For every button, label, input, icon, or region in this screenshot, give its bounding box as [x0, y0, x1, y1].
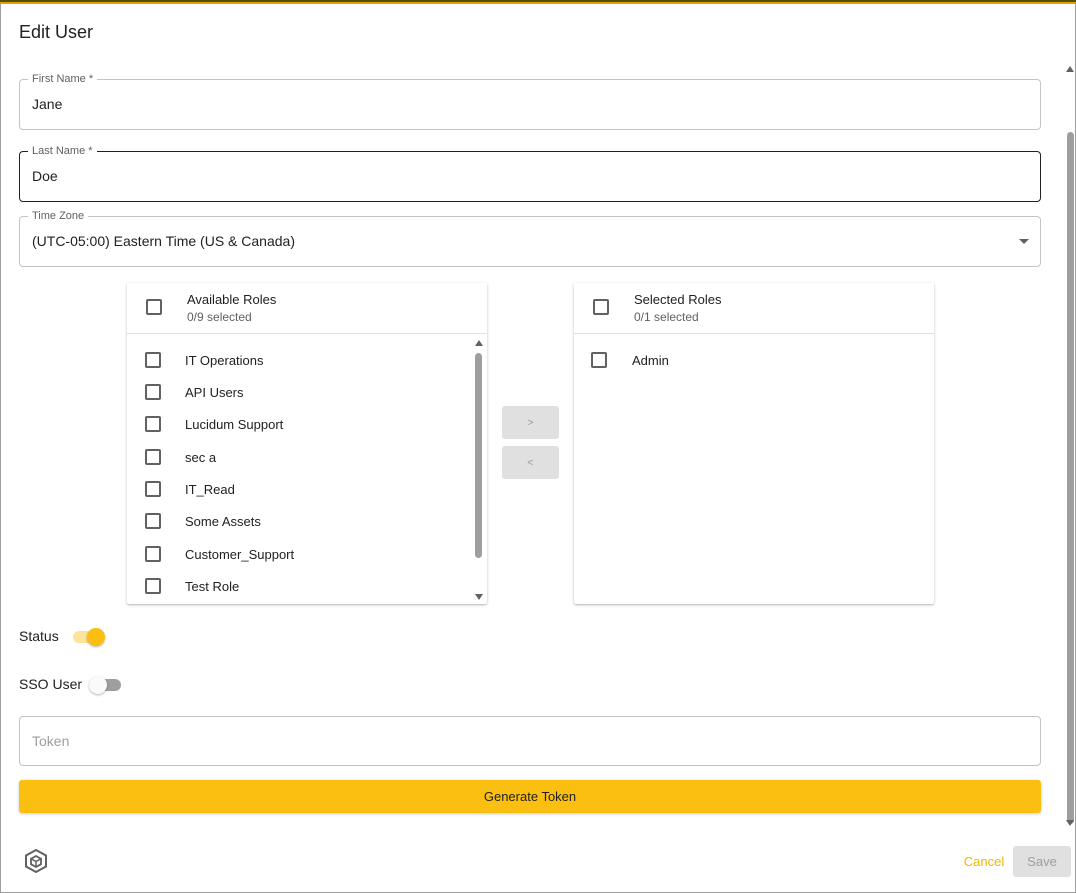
- first-name-field[interactable]: First Name * Jane: [19, 72, 1041, 130]
- role-label: API Users: [185, 385, 244, 400]
- list-item[interactable]: Customer_Support: [127, 539, 467, 571]
- token-field[interactable]: Token: [19, 716, 1041, 766]
- list-item[interactable]: Some Assets: [127, 506, 467, 538]
- last-name-value[interactable]: Doe: [32, 168, 58, 184]
- role-label: Test Role: [185, 579, 240, 594]
- role-checkbox[interactable]: [591, 352, 607, 368]
- role-checkbox[interactable]: [145, 384, 161, 400]
- edit-user-dialog: Edit User First Name * Jane Last Name * …: [0, 4, 1076, 893]
- role-label: sec a: [185, 450, 217, 465]
- dialog-title: Edit User: [19, 22, 94, 42]
- list-item[interactable]: Admin: [574, 345, 914, 377]
- save-button[interactable]: Save: [1013, 846, 1071, 877]
- list-item[interactable]: Test Role: [127, 571, 467, 603]
- sso-user-label: SSO User: [19, 676, 83, 692]
- selected-roles-list: Selected Roles 0/1 selected Admin: [574, 283, 934, 604]
- available-roles-select-all-checkbox[interactable]: [146, 299, 162, 315]
- status-toggle-knob: [87, 628, 105, 646]
- sso-user-toggle[interactable]: [89, 674, 123, 694]
- available-roles-list: Available Roles 0/9 selected IT Operatio…: [127, 283, 487, 604]
- chevron-down-icon[interactable]: [1019, 239, 1029, 244]
- time-zone-value: (UTC-05:00) Eastern Time (US & Canada): [32, 233, 295, 249]
- move-left-button[interactable]: <: [502, 446, 559, 479]
- first-name-label: First Name *: [28, 72, 98, 86]
- time-zone-select[interactable]: Time Zone (UTC-05:00) Eastern Time (US &…: [19, 209, 1041, 267]
- role-checkbox[interactable]: [145, 352, 161, 368]
- list-item[interactable]: IT Operations: [127, 345, 467, 377]
- role-label: Admin: [632, 353, 669, 368]
- role-label: IT Operations: [185, 353, 264, 368]
- scroll-down-arrow-icon[interactable]: [1066, 820, 1074, 826]
- selected-roles-count: 0/1 selected: [634, 310, 699, 324]
- role-checkbox[interactable]: [145, 513, 161, 529]
- hexagon-cube-logo-icon: [25, 848, 47, 874]
- move-right-button[interactable]: >: [502, 406, 559, 439]
- role-checkbox[interactable]: [145, 481, 161, 497]
- list-item[interactable]: sec a: [127, 442, 467, 474]
- dialog-scrollbar-thumb[interactable]: [1067, 132, 1074, 824]
- role-label: IT_Read: [185, 482, 235, 497]
- generate-token-button[interactable]: Generate Token: [19, 780, 1041, 813]
- available-roles-count: 0/9 selected: [187, 310, 252, 324]
- role-label: Customer_Support: [185, 547, 295, 562]
- last-name-label: Last Name *: [28, 144, 97, 158]
- role-checkbox[interactable]: [145, 578, 161, 594]
- list-item[interactable]: IT_Read: [127, 474, 467, 506]
- list-item[interactable]: API Users: [127, 377, 467, 409]
- role-label: Some Assets: [185, 514, 261, 529]
- status-label: Status: [19, 628, 59, 644]
- selected-roles-select-all-checkbox[interactable]: [593, 299, 609, 315]
- available-roles-title: Available Roles: [187, 292, 277, 307]
- available-roles-scrollbar-thumb[interactable]: [475, 353, 482, 558]
- role-checkbox[interactable]: [145, 546, 161, 562]
- role-checkbox[interactable]: [145, 416, 161, 432]
- role-checkbox[interactable]: [145, 449, 161, 465]
- selected-roles-header: Selected Roles 0/1 selected: [574, 283, 934, 334]
- sso-toggle-knob: [89, 676, 107, 694]
- role-label: Lucidum Support: [185, 417, 284, 432]
- first-name-value[interactable]: Jane: [32, 96, 62, 112]
- list-item[interactable]: Lucidum Support: [127, 409, 467, 441]
- available-roles-header: Available Roles 0/9 selected: [127, 283, 487, 334]
- scroll-down-arrow-icon[interactable]: [475, 594, 483, 600]
- scroll-up-arrow-icon[interactable]: [475, 340, 483, 346]
- selected-roles-title: Selected Roles: [634, 292, 722, 307]
- scroll-up-arrow-icon[interactable]: [1066, 66, 1074, 72]
- status-toggle[interactable]: [71, 626, 105, 646]
- last-name-field[interactable]: Last Name * Doe: [19, 144, 1041, 202]
- cancel-button[interactable]: Cancel: [957, 850, 1011, 872]
- token-placeholder: Token: [32, 733, 70, 749]
- time-zone-label: Time Zone: [28, 209, 89, 223]
